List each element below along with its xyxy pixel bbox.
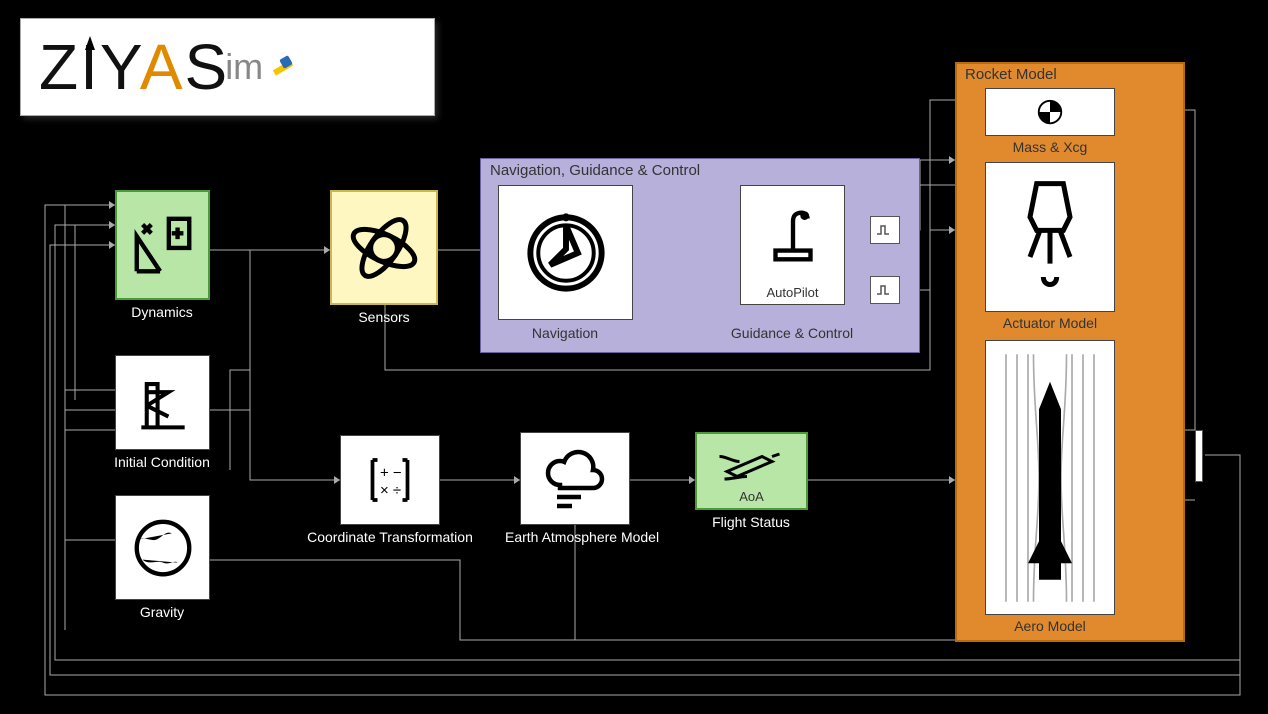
block-sensors[interactable] — [330, 190, 438, 305]
square-wave-icon — [875, 282, 895, 298]
cg-target-icon — [1035, 97, 1065, 127]
aoa-inner-label: AoA — [697, 489, 806, 504]
rocket-aoa-icon — [714, 441, 789, 486]
label-coord-transform: Coordinate Transformation — [307, 529, 473, 545]
engine-nozzle-icon — [1010, 177, 1090, 297]
label-guidance-control: Guidance & Control — [731, 325, 853, 341]
group-nav-title: Navigation, Guidance & Control — [490, 162, 700, 179]
matrix-ops-icon: + −× ÷ — [360, 450, 420, 510]
block-coord-transform[interactable]: + −× ÷ — [340, 435, 440, 525]
label-gravity: Gravity — [140, 604, 184, 620]
label-dynamics: Dynamics — [131, 304, 192, 320]
label-navigation: Navigation — [532, 325, 598, 341]
joystick-icon — [758, 198, 828, 273]
cloud-wind-icon — [539, 443, 611, 515]
autopilot-inner-label: AutoPilot — [741, 285, 844, 300]
block-gravity[interactable] — [115, 495, 210, 600]
group-rocket-title: Rocket Model — [965, 66, 1057, 83]
svg-text:+ −: + − — [380, 465, 402, 482]
rocket-flowfield-icon — [995, 353, 1105, 603]
block-navigation[interactable] — [498, 185, 633, 320]
launchpad-icon — [130, 370, 195, 435]
math-tools-icon — [128, 210, 198, 280]
label-mass-xcg: Mass & Xcg — [1013, 139, 1088, 155]
block-signal-out-2[interactable] — [870, 276, 900, 304]
label-atmosphere: Earth Atmosphere Model — [505, 529, 645, 545]
block-mass-xcg[interactable] — [985, 88, 1115, 136]
block-signal-out-1[interactable] — [870, 216, 900, 244]
block-autopilot[interactable]: AutoPilot — [740, 185, 845, 305]
block-dynamics[interactable] — [115, 190, 210, 300]
svg-text:× ÷: × ÷ — [380, 482, 401, 499]
block-aero[interactable] — [985, 340, 1115, 615]
globe-icon — [128, 513, 198, 583]
label-sensors: Sensors — [358, 309, 409, 325]
square-wave-icon — [875, 222, 895, 238]
mux-block[interactable] — [1195, 430, 1203, 482]
gyroscope-icon — [344, 208, 424, 288]
block-initial-condition[interactable] — [115, 355, 210, 450]
block-atmosphere[interactable] — [520, 432, 630, 525]
label-initial-condition: Initial Condition — [114, 454, 210, 470]
compass-icon — [518, 205, 613, 300]
diagram-canvas: ZIYAS im — [0, 0, 1268, 714]
label-aero: Aero Model — [1014, 618, 1086, 634]
block-aoa[interactable]: AoA — [695, 432, 808, 510]
label-flight-status: Flight Status — [712, 514, 790, 530]
block-actuator[interactable] — [985, 162, 1115, 312]
label-actuator: Actuator Model — [1003, 315, 1097, 331]
